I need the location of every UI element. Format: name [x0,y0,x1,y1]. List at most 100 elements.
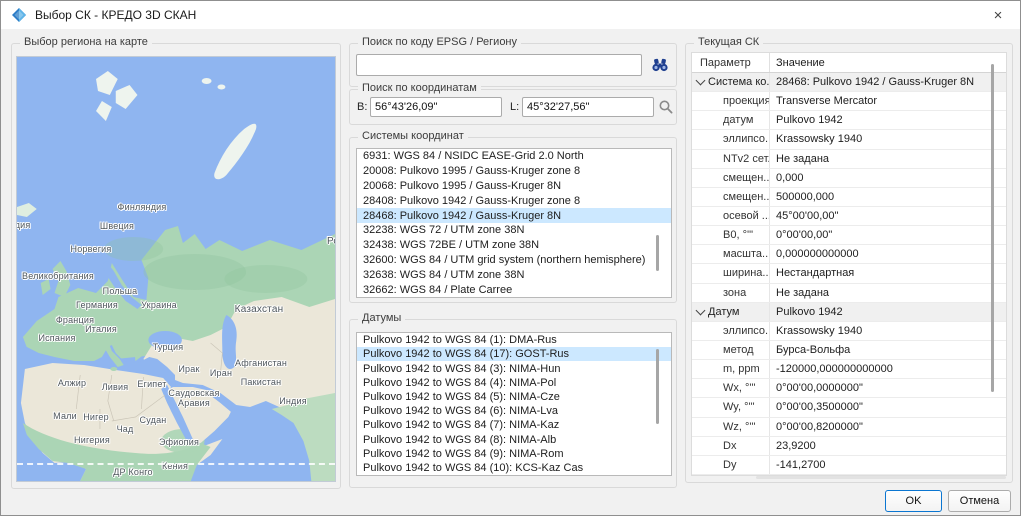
table-row[interactable]: Система ко...28468: Pulkovo 1942 / Gauss… [692,73,1006,92]
list-item[interactable]: 32662: WGS 84 / Plate Carree [357,282,671,297]
param-cell: Wx, °'" [692,379,769,397]
table-row[interactable]: Wz, °'" 0°00'00,8200000" [692,418,1006,437]
list-item[interactable]: Pulkovo 1942 to WGS 84 (4): NIMA-Pol [357,376,671,390]
map-label: Нигерия [74,435,110,445]
list-item[interactable]: 20068: Pulkovo 1995 / Gauss-Kruger 8N [357,179,671,194]
coord-search-button[interactable] [656,97,676,117]
value-cell: 0°00'00,3500000" [769,398,1006,416]
table-row[interactable]: методБурса-Вольфа [692,341,1006,360]
value-cell: -120000,000000000000 [769,360,1006,378]
current-cs-label: Текущая СК [694,36,763,48]
map-label: Афганистан [235,358,287,368]
value-cell: Не задана [769,150,1006,168]
param-cell: Wz, °'" [692,418,769,436]
table-scrollbar[interactable] [991,64,994,392]
table-row[interactable]: Wx, °'" 0°00'00,0000000" [692,379,1006,398]
table-row[interactable]: осевой ... 45°00'00,00" [692,207,1006,226]
l-coordinate-input[interactable] [522,97,654,117]
cs-list-scrollbar[interactable] [656,235,659,271]
map-label: Россия [327,237,336,247]
map-label: Исландия [16,220,30,230]
table-row[interactable]: NTv2 сет...Не задана [692,150,1006,169]
epsg-group-label: Поиск по коду EPSG / Региону [358,36,521,48]
datums-list-scrollbar[interactable] [656,349,659,424]
list-item[interactable]: Pulkovo 1942 to WGS 84 (5): NIMA-Cze [357,390,671,404]
table-row[interactable]: ДатумPulkovo 1942 [692,303,1006,322]
table-row[interactable]: смещен...500000,000 [692,188,1006,207]
table-header: Параметр Значение [692,53,1006,73]
map-label: Ливия [102,382,129,392]
list-item[interactable]: 20008: Pulkovo 1995 / Gauss-Kruger zone … [357,164,671,179]
list-item[interactable]: Pulkovo 1942 to WGS 84 (6): NIMA-Lva [357,404,671,418]
map-label: Саудовская Аравия [168,388,219,408]
list-item[interactable]: 32638: WGS 84 / UTM zone 38N [357,267,671,282]
value-cell: 23,9200 [769,437,1006,455]
value-cell: 0,000 [769,169,1006,187]
list-item[interactable]: Pulkovo 1942 to WGS 84 (7): NIMA-Kaz [357,418,671,432]
param-text: проекция [723,95,769,107]
cancel-button[interactable]: Отмена [948,490,1011,512]
map-label: ДР Конго [113,467,153,477]
list-item[interactable]: 6931: WGS 84 / NSIDC EASE-Grid 2.0 North [357,149,671,164]
table-row[interactable]: Dy-141,2700 [692,456,1006,475]
cs-group-label: Системы координат [358,130,468,142]
value-cell: 45°00'00,00" [769,207,1006,225]
param-cell: проекция [692,92,769,110]
table-row[interactable]: ширина...Нестандартная [692,264,1006,283]
param-text: датум [723,114,753,126]
param-text: масшта... [723,248,769,260]
datums-list: Pulkovo 1942 to WGS 84 (1): DMA-RusPulko… [356,332,672,476]
map-label: Алжир [58,378,86,388]
coordinate-systems-group: Системы координат 6931: WGS 84 / NSIDC E… [349,137,677,303]
param-cell: масшта... [692,245,769,263]
list-item[interactable]: Pulkovo 1942 to WGS 84 (3): NIMA-Hun [357,361,671,375]
table-row[interactable]: Dx 23,9200 [692,437,1006,456]
close-button[interactable]: × [976,1,1020,29]
param-text: Датум [708,306,739,318]
list-item[interactable]: 28408: Pulkovo 1942 / Gauss-Kruger zone … [357,193,671,208]
param-cell: смещен... [692,169,769,187]
epsg-search-input[interactable] [356,54,642,76]
param-cell: Wy, °'" [692,398,769,416]
column-value: Значение [769,53,1006,72]
table-row[interactable]: датумPulkovo 1942 [692,111,1006,130]
table-row[interactable]: m, ppm-120000,000000000000 [692,360,1006,379]
table-row[interactable]: Wy, °'" 0°00'00,3500000" [692,398,1006,417]
list-item[interactable]: Pulkovo 1942 to WGS 84 (1): DMA-Rus [357,333,671,347]
list-item[interactable]: 28468: Pulkovo 1942 / Gauss-Kruger 8N [357,208,671,223]
expander-chevron-icon[interactable] [696,305,706,315]
table-row[interactable]: зонаНе задана [692,284,1006,303]
param-text: смещен... [723,172,769,184]
b-label: B: [357,101,367,113]
table-row[interactable]: проекцияTransverse Mercator [692,92,1006,111]
map-label: Египет [137,379,166,389]
param-cell: m, ppm [692,360,769,378]
map-label: Польша [103,286,138,296]
table-row[interactable]: эллипсо...Krassowsky 1940 [692,130,1006,149]
epsg-search-button[interactable] [648,54,672,76]
table-row[interactable]: B0, °'" 0°00'00,00" [692,226,1006,245]
list-item[interactable]: Pulkovo 1942 to WGS 84 (10): KCS-Kaz Cas [357,461,671,475]
list-item[interactable]: Pulkovo 1942 to WGS 84 (17): GOST-Rus [357,347,671,361]
table-hscrollbar[interactable] [756,476,1006,479]
map-label: Италия [85,324,117,334]
b-coordinate-input[interactable] [370,97,502,117]
param-cell: B0, °'" [692,226,769,244]
param-cell: Dy [692,456,769,474]
map-label: Пакистан [241,377,282,387]
region-map[interactable]: ИсландияФинляндияШвецияНорвегияВеликобри… [16,56,336,482]
titlebar: Выбор СК - КРЕДО 3D СКАН × [1,1,1020,29]
list-item[interactable]: 32600: WGS 84 / UTM grid system (norther… [357,253,671,268]
ok-button[interactable]: OK [885,490,942,512]
list-item[interactable]: 32438: WGS 72BE / UTM zone 38N [357,238,671,253]
epsg-search-group: Поиск по коду EPSG / Региону [349,43,677,87]
table-row[interactable]: масшта...0,000000000000 [692,245,1006,264]
list-item[interactable]: Pulkovo 1942 to WGS 84 (8): NIMA-Alb [357,432,671,446]
list-item[interactable]: 32238: WGS 72 / UTM zone 38N [357,223,671,238]
table-row[interactable]: эллипсо...Krassowsky 1940 [692,322,1006,341]
expander-chevron-icon[interactable] [696,76,706,86]
list-item[interactable]: Pulkovo 1942 to WGS 84 (9): NIMA-Rom [357,447,671,461]
table-row[interactable]: смещен...0,000 [692,169,1006,188]
param-text: Dx [723,440,736,452]
map-label: Чад [117,424,134,434]
